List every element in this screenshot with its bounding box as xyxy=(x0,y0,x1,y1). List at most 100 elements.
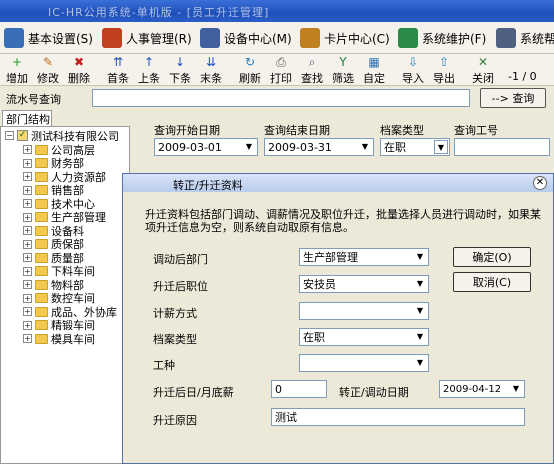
salary-method-select[interactable]: ▼ xyxy=(299,302,429,320)
toolbar-label: 修改 xyxy=(37,72,59,85)
toolbar-import-button[interactable]: ⇩ 导入 xyxy=(396,55,430,86)
expand-icon[interactable]: + xyxy=(23,280,32,289)
tree-item[interactable]: + 模具车间 xyxy=(23,332,95,346)
toolbar-label: 刷新 xyxy=(239,72,261,85)
prev-icon: ↑ xyxy=(143,55,155,69)
tree-root[interactable]: − ✓ 测试科技有限公司 xyxy=(5,129,119,143)
chevron-down-icon[interactable]: ▼ xyxy=(358,140,372,154)
toolbar-last-button[interactable]: ⇊ 末条 xyxy=(194,56,228,86)
chevron-down-icon[interactable]: ▼ xyxy=(413,250,427,264)
expand-icon[interactable]: + xyxy=(23,266,32,276)
close-icon: ✕ xyxy=(477,55,489,69)
expand-icon[interactable]: + xyxy=(23,334,32,343)
chevron-down-icon[interactable]: ▼ xyxy=(242,140,256,154)
archive-value: 在职 xyxy=(303,331,325,344)
folder-icon xyxy=(35,212,48,222)
toolbar-find-button[interactable]: ⌕ 查找 xyxy=(295,55,329,86)
toolbar-first-button[interactable]: ⇈ 首条 xyxy=(101,56,135,86)
folder-icon xyxy=(35,306,48,317)
expand-icon[interactable]: + xyxy=(23,199,32,208)
expand-icon[interactable]: + xyxy=(23,226,32,235)
reason-label: 升迁原因 xyxy=(153,414,197,427)
expand-icon[interactable]: + xyxy=(23,320,32,330)
date-picker[interactable]: 2009-04-12 ▼ xyxy=(439,380,525,398)
menu-item-2[interactable]: 设备中心(M) xyxy=(200,27,292,49)
toolbar-print-button[interactable]: ⎙ 打印 xyxy=(264,56,298,86)
menu-label: 设备中心(M) xyxy=(224,31,292,46)
expand-icon[interactable]: + xyxy=(23,172,32,181)
toolbar-next-button[interactable]: ↓ 下条 xyxy=(163,56,197,86)
folder-icon xyxy=(35,279,48,290)
add-icon: + xyxy=(11,55,23,69)
folder-icon xyxy=(35,266,48,276)
toolbar-close-button[interactable]: ✕ 关闭 xyxy=(466,55,500,86)
position-select[interactable]: 安技员 ▼ xyxy=(299,275,429,293)
folder-icon xyxy=(35,252,48,263)
archive-select[interactable]: 在职 ▼ xyxy=(299,328,429,346)
ok-button[interactable]: 确定(O) xyxy=(453,247,531,267)
menu-item-4[interactable]: 系统维护(F) xyxy=(398,27,486,49)
toolbar-add-button[interactable]: + 增加 xyxy=(0,55,34,86)
menu-icon xyxy=(398,28,418,48)
expand-icon[interactable]: + xyxy=(23,185,32,195)
toolbar-filter-button[interactable]: Y 筛选 xyxy=(326,56,360,86)
folder-icon xyxy=(35,185,48,195)
dept-label: 调动后部门 xyxy=(153,253,208,266)
toolbar-label: 导出 xyxy=(433,72,455,85)
archive-type-select[interactable]: 在职 ▼ xyxy=(380,138,450,156)
toolbar-edit-button[interactable]: ✎ 修改 xyxy=(31,56,65,86)
position-value: 安技员 xyxy=(303,278,336,291)
end-date-picker[interactable]: 2009-03-31 ▼ xyxy=(264,138,374,156)
checkbox-icon[interactable]: ✓ xyxy=(17,130,28,141)
start-date-picker[interactable]: 2009-03-01 ▼ xyxy=(154,138,258,156)
tab-dept-structure[interactable]: 部门结构 xyxy=(2,110,52,126)
cancel-button[interactable]: 取消(C) xyxy=(453,272,531,292)
menu-item-0[interactable]: 基本设置(S) xyxy=(4,27,93,49)
chevron-down-icon[interactable]: ▼ xyxy=(509,382,523,396)
folder-icon xyxy=(35,225,48,236)
query-id-label: 查询工号 xyxy=(454,124,498,137)
expand-icon[interactable]: + xyxy=(23,307,32,316)
menu-item-3[interactable]: 卡片中心(C) xyxy=(300,27,390,49)
folder-icon xyxy=(35,239,48,249)
dept-select[interactable]: 生产部管理 ▼ xyxy=(299,248,429,266)
worktype-select[interactable]: ▼ xyxy=(299,354,429,372)
menu-item-1[interactable]: 人事管理(R) xyxy=(102,27,192,49)
expand-icon[interactable]: + xyxy=(23,145,32,154)
chevron-down-icon[interactable]: ▼ xyxy=(434,140,448,154)
import-icon: ⇩ xyxy=(407,55,419,69)
expand-icon[interactable]: + xyxy=(23,212,32,222)
query-id-input[interactable] xyxy=(454,138,550,156)
toolbar-custom-button[interactable]: ▦ 自定 xyxy=(357,56,391,86)
expand-icon[interactable]: + xyxy=(23,293,32,303)
find-icon: ⌕ xyxy=(308,55,316,69)
query-button[interactable]: --> 查询 xyxy=(480,88,546,108)
salary-input[interactable]: 0 xyxy=(271,380,327,398)
collapse-icon[interactable]: − xyxy=(5,131,14,140)
dept-tree: − ✓ 测试科技有限公司 + 公司高层 + 财务部 + 人力资源部 + 销售部 + 技术中心 + 生产部管理… xyxy=(0,126,130,464)
dialog-description: 升迁资料包括部门调动、调薪情况及职位升迁，批量选择人员进行调动时，如果某项升迁信… xyxy=(145,208,541,234)
folder-icon xyxy=(35,158,48,168)
reason-input[interactable]: 测试 xyxy=(271,408,525,426)
dialog-title-bar[interactable]: 转正/升迁资料 ✕ xyxy=(123,174,553,192)
chevron-down-icon[interactable]: ▼ xyxy=(413,304,427,318)
menu-label: 系统帮 xyxy=(520,31,554,46)
chevron-down-icon[interactable]: ▼ xyxy=(413,330,427,344)
folder-icon xyxy=(35,333,48,344)
export-icon: ⇧ xyxy=(438,55,450,69)
close-icon[interactable]: ✕ xyxy=(533,176,547,190)
toolbar-prev-button[interactable]: ↑ 上条 xyxy=(132,55,166,86)
toolbar-refresh-button[interactable]: ↻ 刷新 xyxy=(233,56,267,86)
expand-icon[interactable]: + xyxy=(23,239,32,249)
chevron-down-icon[interactable]: ▼ xyxy=(413,277,427,291)
toolbar-delete-button[interactable]: ✖ 删除 xyxy=(62,56,96,86)
serial-search-input[interactable] xyxy=(92,89,470,107)
expand-icon[interactable]: + xyxy=(23,253,32,262)
archive-type-label: 档案类型 xyxy=(380,124,424,137)
expand-icon[interactable]: + xyxy=(23,158,32,168)
chevron-down-icon[interactable]: ▼ xyxy=(413,356,427,370)
toolbar-export-button[interactable]: ⇧ 导出 xyxy=(427,55,461,86)
menu-item-5[interactable]: 系统帮 xyxy=(496,27,554,49)
folder-icon xyxy=(35,293,48,303)
toolbar-label: 末条 xyxy=(200,72,222,85)
